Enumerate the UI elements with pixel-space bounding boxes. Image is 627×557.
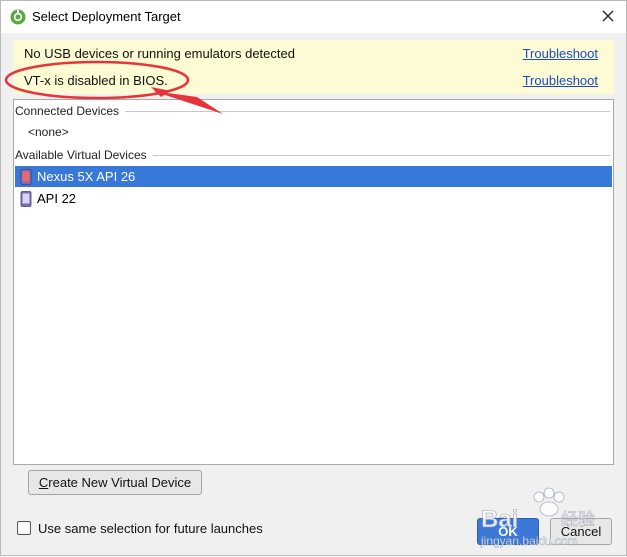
- section-divider: [125, 110, 610, 112]
- same-selection-label: Use same selection for future launches: [38, 520, 263, 536]
- create-button-mnemonic: C: [38, 475, 49, 490]
- no-connected-devices: <none>: [28, 125, 69, 139]
- ok-button[interactable]: OK: [477, 518, 539, 545]
- close-icon: [602, 10, 614, 22]
- warning-panel: No USB devices or running emulators dete…: [13, 40, 614, 94]
- close-button[interactable]: [594, 3, 622, 29]
- device-row-api-22[interactable]: API 22: [15, 188, 612, 209]
- available-devices-label: Available Virtual Devices: [15, 148, 147, 162]
- usb-warning-message: No USB devices or running emulators dete…: [24, 46, 295, 61]
- connected-devices-header: Connected Devices: [15, 104, 612, 118]
- title-bar: Select Deployment Target: [1, 1, 626, 33]
- troubleshoot-vtx-link[interactable]: Troubleshoot: [523, 73, 598, 88]
- device-name: Nexus 5X API 26: [37, 169, 136, 184]
- android-studio-icon: [10, 9, 26, 25]
- device-row-nexus-5x-api-26[interactable]: Nexus 5X API 26: [15, 166, 612, 187]
- device-list: Connected Devices <none> Available Virtu…: [13, 99, 614, 465]
- connected-devices-label: Connected Devices: [15, 104, 120, 118]
- device-name: API 22: [37, 191, 77, 206]
- window-title: Select Deployment Target: [32, 9, 181, 24]
- deployment-dialog: Select Deployment Target No USB devices …: [0, 0, 627, 556]
- cancel-button[interactable]: Cancel: [550, 518, 612, 545]
- available-devices-header: Available Virtual Devices: [15, 148, 612, 162]
- same-selection-checkbox-row[interactable]: Use same selection for future launches: [17, 519, 263, 537]
- create-new-virtual-device-button[interactable]: Create New Virtual Device: [28, 470, 202, 495]
- troubleshoot-usb-link[interactable]: Troubleshoot: [523, 46, 598, 61]
- create-button-label: reate New Virtual Device: [48, 475, 192, 490]
- vtx-warning-message: VT-x is disabled in BIOS.: [24, 73, 168, 88]
- phone-icon: [20, 168, 32, 185]
- phone-icon: [20, 190, 32, 207]
- same-selection-checkbox[interactable]: [17, 521, 31, 535]
- section-divider: [152, 154, 610, 156]
